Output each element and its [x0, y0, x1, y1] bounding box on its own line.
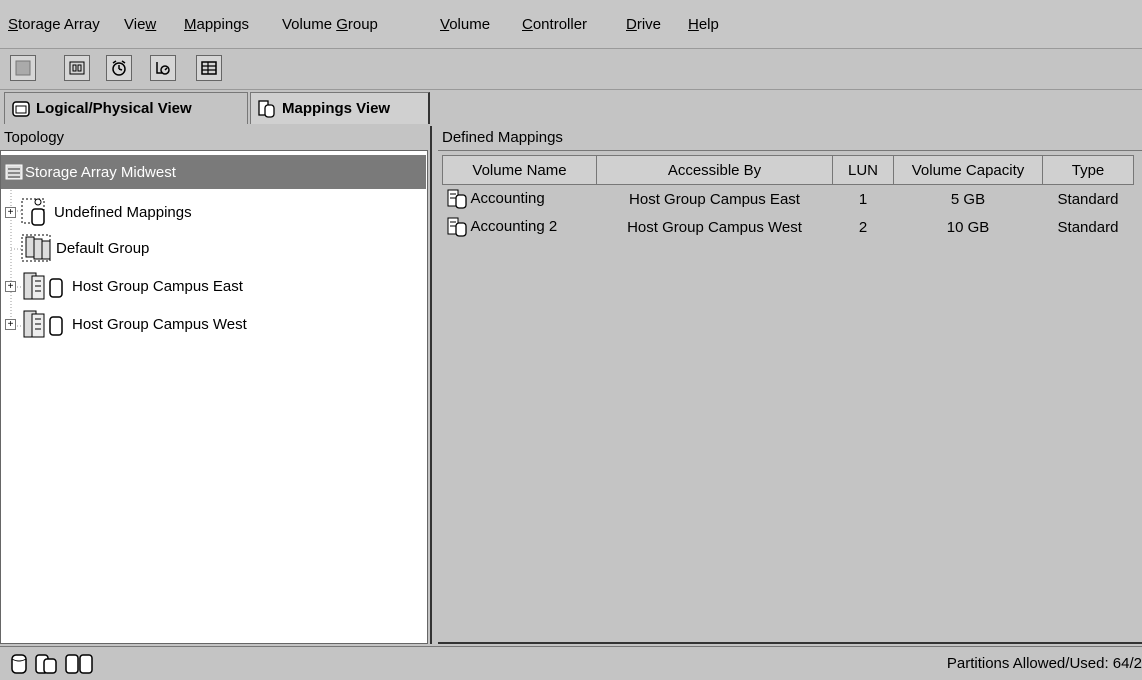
topology-tree[interactable]: Storage Array Midwest + Undefined Mappin…: [0, 150, 428, 644]
tab-logical-physical-label: Logical/Physical View: [36, 100, 192, 117]
create-storage-array-button[interactable]: [10, 55, 36, 81]
column-header-volume-capacity[interactable]: Volume Capacity: [893, 155, 1043, 185]
undefined-mappings-icon: [21, 198, 45, 226]
menu-drive[interactable]: Drive: [626, 16, 661, 33]
storage-array-icon: [15, 60, 31, 76]
table-button[interactable]: [196, 55, 222, 81]
menu-help[interactable]: Help: [688, 16, 719, 33]
cell-lun: 2: [858, 218, 868, 236]
partitions-status: Partitions Allowed/Used: 64/2: [946, 655, 1142, 672]
table-row[interactable]: Accounting Host Group Campus East 1 5 GB…: [443, 185, 1134, 214]
mappings-table: Volume Name Accessible By LUN Volume Cap…: [442, 155, 1134, 241]
column-header-accessible-by[interactable]: Accessible By: [596, 155, 833, 185]
column-header-volume-name[interactable]: Volume Name: [442, 155, 597, 185]
cell-volume-name: Accounting: [443, 185, 597, 214]
defined-mappings-panel: Volume Name Accessible By LUN Volume Cap…: [438, 150, 1142, 644]
tab-bar: Logical/Physical View Mappings View: [0, 90, 1142, 126]
host-group-icon: [23, 310, 63, 338]
tab-mappings-view[interactable]: Mappings View: [250, 92, 430, 124]
tree-root-storage-array[interactable]: Storage Array Midwest: [1, 155, 426, 189]
tree-item-host-group-campus-east[interactable]: + Host Group Campus East: [5, 269, 243, 303]
column-header-lun[interactable]: LUN: [832, 155, 894, 185]
cell-volume-capacity: 5 GB: [950, 190, 986, 208]
volume-icon: [447, 189, 467, 209]
volume-status-icon[interactable]: [8, 653, 30, 675]
clock-icon: [112, 60, 126, 76]
mappings-status-icon[interactable]: [34, 653, 60, 675]
tree-item-label: Host Group Campus West: [72, 315, 247, 333]
performance-icon: [156, 62, 170, 75]
toolbar: [0, 49, 1142, 90]
clock-button[interactable]: [106, 55, 132, 81]
storage-array-icon: [12, 100, 30, 117]
cell-volume-capacity: 10 GB: [946, 218, 990, 236]
expand-icon[interactable]: +: [5, 318, 16, 330]
tree-item-host-group-campus-west[interactable]: + Host Group Campus West: [5, 307, 247, 341]
menu-view[interactable]: View: [124, 16, 156, 33]
cell-accessible-by: Host Group Campus East: [629, 190, 800, 208]
cell-lun: 1: [858, 190, 868, 208]
menu-volume[interactable]: Volume: [440, 16, 490, 33]
status-bar: Partitions Allowed/Used: 64/2: [0, 646, 1142, 680]
cell-accessible-by: Host Group Campus West: [627, 218, 802, 236]
tree-root-label: Storage Array Midwest: [25, 163, 176, 181]
volume-icon: [447, 217, 467, 237]
cell-volume-name: Accounting 2: [443, 213, 597, 241]
menu-bar: Storage Array View Mappings Volume Group…: [0, 0, 1142, 49]
default-group-icon: [21, 234, 51, 262]
menu-controller[interactable]: Controller: [522, 16, 587, 33]
host-group-icon: [23, 272, 63, 300]
defined-mappings-header: Defined Mappings: [442, 129, 563, 146]
cell-type: Standard: [1057, 190, 1119, 208]
expand-icon[interactable]: +: [5, 280, 16, 292]
menu-mappings[interactable]: Mappings: [184, 16, 249, 33]
panel-splitter[interactable]: [430, 126, 438, 644]
menu-volume-group[interactable]: Volume Group: [282, 16, 378, 33]
table-icon: [201, 61, 217, 75]
performance-button[interactable]: [150, 55, 176, 81]
volume-button[interactable]: [64, 55, 90, 81]
expand-icon[interactable]: +: [5, 206, 16, 218]
mappings-icon: [258, 99, 275, 118]
drives-status-icon[interactable]: [64, 653, 94, 675]
tree-item-default-group[interactable]: Default Group: [20, 231, 149, 265]
tab-mappings-label: Mappings View: [282, 100, 391, 117]
cell-type: Standard: [1057, 218, 1119, 236]
tab-logical-physical-view[interactable]: Logical/Physical View: [4, 92, 248, 124]
tree-item-label: Default Group: [56, 239, 150, 257]
tree-item-label: Host Group Campus East: [72, 277, 243, 295]
storage-array-icon: [5, 164, 23, 180]
tree-item-undefined-mappings[interactable]: + Undefined Mappings: [5, 195, 192, 229]
table-row[interactable]: Accounting 2 Host Group Campus West 2 10…: [443, 213, 1134, 241]
menu-storage-array[interactable]: Storage Array: [8, 16, 100, 33]
column-header-type[interactable]: Type: [1042, 155, 1134, 185]
tree-item-label: Undefined Mappings: [54, 203, 192, 221]
topology-header: Topology: [0, 126, 428, 150]
volume-icon: [69, 61, 85, 75]
